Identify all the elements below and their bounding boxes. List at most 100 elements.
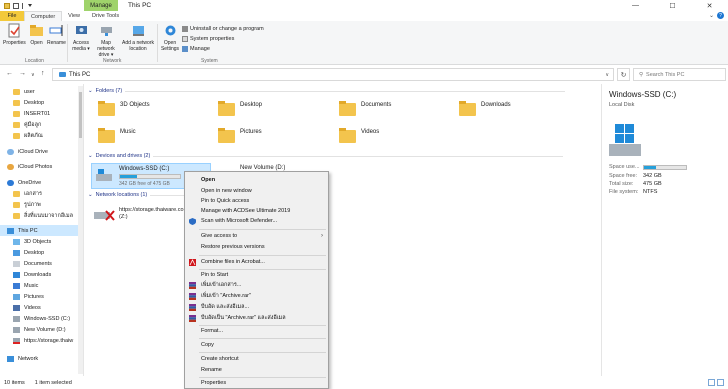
- nav-item-user[interactable]: user: [0, 86, 82, 97]
- menu-item-give-access[interactable]: Give access to ›: [185, 231, 328, 241]
- menu-item-acdsee[interactable]: Manage with ACDSee Ultimate 2019: [185, 206, 328, 216]
- nav-item-onedrive-pictures[interactable]: รูปภาพ: [0, 199, 82, 210]
- nav-item-videos[interactable]: Videos: [0, 302, 82, 313]
- open-settings-button[interactable]: Open Settings: [160, 23, 180, 52]
- menu-item-pin-quick-access[interactable]: Pin to Quick access: [185, 196, 328, 206]
- scrollbar-thumb[interactable]: [79, 92, 82, 138]
- details-usage-fill: [644, 166, 656, 169]
- help-icon[interactable]: ?: [717, 12, 724, 19]
- videos-icon: [13, 304, 20, 311]
- menu-item-pin-start[interactable]: Pin to Start: [185, 270, 328, 280]
- nav-item-drive-d[interactable]: New Volume (D:): [0, 324, 82, 335]
- contextual-tab-manage[interactable]: Manage: [84, 0, 118, 11]
- group-header-folders[interactable]: ⌄ Folders (7): [88, 88, 566, 94]
- menu-item-open-new-window[interactable]: Open in new window: [185, 186, 328, 196]
- minimize-button[interactable]: —: [617, 0, 654, 11]
- details-view-button[interactable]: [708, 379, 715, 386]
- large-icons-view-button[interactable]: [717, 379, 724, 386]
- drive-icon: [609, 124, 641, 156]
- tab-view[interactable]: View: [62, 11, 86, 21]
- menu-item-properties[interactable]: Properties: [185, 378, 328, 388]
- menu-item-rar-add[interactable]: เพิ่มเข้าเอกสาร...: [185, 280, 328, 290]
- menu-item-defender[interactable]: Scan with Microsoft Defender...: [185, 216, 328, 226]
- nav-item-email-attachments[interactable]: สิ่งที่แนบมาจากอีเมล: [0, 210, 82, 221]
- folder-pictures[interactable]: Pictures: [218, 127, 262, 144]
- chevron-right-icon: ›: [321, 233, 323, 239]
- forward-button[interactable]: →: [19, 70, 26, 77]
- nav-item-this-pc[interactable]: This PC: [0, 225, 82, 236]
- nav-item-downloads[interactable]: Downloads: [0, 269, 82, 280]
- breadcrumb-this-pc[interactable]: This PC: [69, 72, 90, 78]
- properties-icon: [8, 23, 20, 38]
- properties-icon[interactable]: [13, 2, 19, 9]
- status-item-count: 10 items: [4, 380, 25, 386]
- folder-3d-objects[interactable]: 3D Objects: [98, 100, 150, 117]
- nav-item-icloud-photos[interactable]: iCloud Photos: [0, 161, 82, 172]
- nav-item-documents[interactable]: Documents: [0, 258, 82, 269]
- uninstall-program-button[interactable]: Uninstall or change a program: [182, 26, 264, 32]
- nav-pane-scrollbar[interactable]: [78, 86, 83, 374]
- nav-item-network-drive[interactable]: https://storage.thaiw: [0, 335, 82, 346]
- folder-videos[interactable]: Videos: [339, 127, 379, 144]
- downloads-icon: [13, 271, 20, 278]
- recent-locations-button[interactable]: ∨: [31, 72, 35, 78]
- back-button[interactable]: ←: [6, 70, 13, 77]
- menu-item-copy[interactable]: Copy: [185, 340, 328, 350]
- menu-item-create-shortcut[interactable]: Create shortcut: [185, 354, 328, 364]
- menu-item-combine-acrobat[interactable]: Combine files in Acrobat...: [185, 257, 328, 267]
- up-button[interactable]: ↑: [41, 70, 45, 77]
- chevron-down-icon[interactable]: ∨: [605, 72, 609, 78]
- checkmark-icon: [182, 36, 188, 42]
- open-button[interactable]: Open: [29, 23, 44, 46]
- system-properties-button[interactable]: System properties: [182, 36, 234, 42]
- menu-item-open[interactable]: Open: [185, 175, 328, 185]
- menu-item-format[interactable]: Format...: [185, 326, 328, 336]
- folder-desktop[interactable]: Desktop: [218, 100, 262, 117]
- group-header-drives[interactable]: ⌄ Devices and drives (2): [88, 153, 564, 159]
- menu-item-rename[interactable]: Rename: [185, 365, 328, 375]
- refresh-button[interactable]: ↻: [617, 68, 630, 81]
- menu-item-restore-versions[interactable]: Restore previous versions: [185, 242, 328, 252]
- nav-item-pictures[interactable]: Pictures: [0, 291, 82, 302]
- menu-item-rar-compress-email[interactable]: บีบอัด และส่งอีเมล...: [185, 302, 328, 312]
- folder-icon[interactable]: [4, 2, 10, 9]
- nav-item-thai-folder-1[interactable]: คู่มือลูก: [0, 119, 82, 130]
- nav-item-drive-c[interactable]: Windows-SSD (C:): [0, 313, 82, 324]
- nav-item-thai-folder-2[interactable]: ผลิตภัณ: [0, 130, 82, 141]
- music-icon: [13, 282, 20, 289]
- add-network-location-button[interactable]: Add a network location: [121, 23, 155, 52]
- nav-item-onedrive[interactable]: OneDrive: [0, 177, 82, 188]
- network-drive-icon: [100, 27, 112, 36]
- tab-drive-tools[interactable]: Drive Tools: [86, 11, 125, 21]
- nav-item-icloud-drive[interactable]: iCloud Drive: [0, 146, 82, 157]
- search-input[interactable]: ⚲ Search This PC: [633, 68, 726, 81]
- tab-computer[interactable]: Computer: [24, 11, 63, 21]
- customize-qat-icon[interactable]: [28, 4, 32, 7]
- maximize-button[interactable]: ☐: [654, 0, 691, 11]
- tab-file[interactable]: File: [0, 11, 24, 21]
- menu-item-rar-add-archive[interactable]: เพิ่มเข้า "Archive.rar": [185, 291, 328, 301]
- folder-icon: [218, 100, 235, 117]
- close-button[interactable]: ✕: [691, 0, 728, 11]
- nav-item-onedrive-docs[interactable]: เอกสาร: [0, 188, 82, 199]
- nav-item-pc-desktop[interactable]: Desktop: [0, 247, 82, 258]
- access-media-button[interactable]: Access media ▾: [71, 23, 91, 52]
- folder-icon: [13, 201, 20, 208]
- nav-item-desktop[interactable]: Desktop: [0, 97, 82, 108]
- nav-item-3d-objects[interactable]: 3D Objects: [0, 236, 82, 247]
- map-network-drive-button[interactable]: Map network drive ▾: [92, 23, 120, 58]
- nav-item-insert01[interactable]: INSERT01: [0, 108, 82, 119]
- chevron-down-icon[interactable]: ⌄: [709, 12, 714, 19]
- address-bar[interactable]: This PC ∨: [52, 68, 614, 81]
- menu-item-rar-compress-archive-email[interactable]: บีบอัดเป็น "Archive.rar" และส่งอีเมล: [185, 313, 328, 323]
- folder-music[interactable]: Music: [98, 127, 136, 144]
- properties-button[interactable]: Properties: [3, 23, 26, 46]
- nav-item-music[interactable]: Music: [0, 280, 82, 291]
- manage-button[interactable]: Manage: [182, 46, 210, 52]
- menu-separator: [199, 352, 326, 353]
- folder-documents[interactable]: Documents: [339, 100, 391, 117]
- folder-downloads[interactable]: Downloads: [459, 100, 511, 117]
- rename-button[interactable]: Rename: [47, 23, 66, 46]
- nav-item-network[interactable]: Network: [0, 353, 82, 364]
- manage-icon: [182, 46, 188, 52]
